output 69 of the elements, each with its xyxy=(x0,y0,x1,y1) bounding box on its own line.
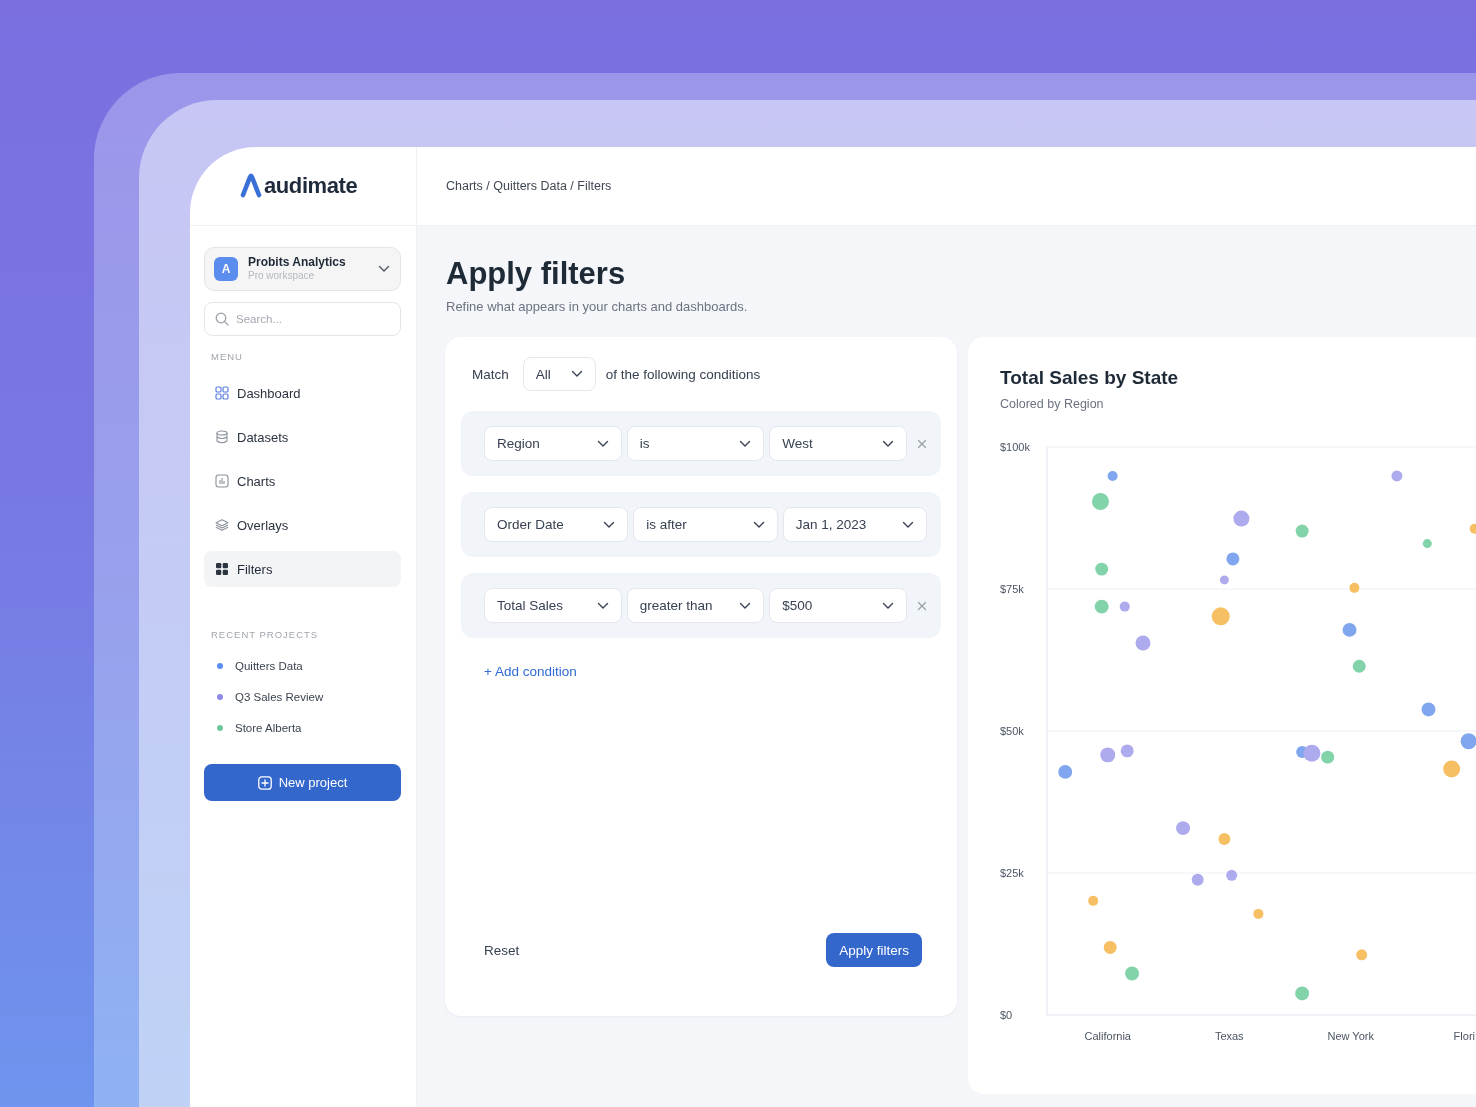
nav-item[interactable]: Charts xyxy=(204,463,401,499)
chevron-down-icon xyxy=(882,439,894,448)
nav-item[interactable]: Filters xyxy=(204,551,401,587)
operator-dropdown[interactable]: greater than xyxy=(626,588,765,623)
operator-dropdown[interactable]: is after xyxy=(633,507,778,542)
grid-icon xyxy=(215,386,229,400)
page-title: Apply filters xyxy=(446,256,626,292)
y-axis-label: $100k xyxy=(1000,441,1030,453)
chevron-down-icon xyxy=(752,520,765,529)
chevron-down-icon xyxy=(570,370,583,378)
nav-item[interactable]: Datasets xyxy=(204,419,401,455)
remove-condition-button[interactable] xyxy=(917,600,927,611)
chevron-down-icon xyxy=(603,520,616,529)
search-field[interactable]: Search... xyxy=(204,302,401,336)
operator-dropdown[interactable]: is xyxy=(626,426,765,461)
section-label: RECENT PROJECTS xyxy=(210,629,319,641)
reset-button[interactable]: Reset xyxy=(484,942,520,958)
close-icon xyxy=(917,600,927,611)
workspace-plan: Pro workspace xyxy=(248,270,316,282)
chevron-down-icon xyxy=(739,601,752,610)
search-icon xyxy=(215,312,229,326)
y-axis-label: $75k xyxy=(1000,583,1024,595)
match-label: Match xyxy=(472,366,509,382)
plus-square-icon xyxy=(257,775,272,790)
x-axis-label: California xyxy=(1084,1030,1131,1042)
x-axis-label: New York xyxy=(1327,1030,1374,1042)
value-dropdown[interactable]: $500 xyxy=(769,588,907,623)
section-label: MENU xyxy=(210,351,243,363)
value-dropdown[interactable]: West xyxy=(769,426,907,461)
workspace-avatar: A xyxy=(214,257,238,281)
field-dropdown[interactable]: Total Sales xyxy=(484,588,622,623)
chevron-down-icon xyxy=(378,265,390,273)
workspace-switcher[interactable]: A Probits Analytics Pro workspace xyxy=(204,247,401,291)
project-link[interactable]: Quitters Data xyxy=(204,650,303,681)
logo-text: audimate xyxy=(264,173,358,199)
add-condition-link[interactable]: + Add condition xyxy=(484,663,577,681)
nav-item[interactable]: Dashboard xyxy=(204,375,401,411)
x-axis-label: Flori xyxy=(1453,1030,1475,1042)
project-link[interactable]: Store Alberta xyxy=(204,712,302,743)
project-link[interactable]: Q3 Sales Review xyxy=(204,681,324,712)
logo-icon xyxy=(240,172,262,198)
chevron-down-icon xyxy=(882,601,894,610)
chart-title: Total Sales by State xyxy=(1000,366,1179,390)
close-icon xyxy=(917,438,927,449)
grid-icon xyxy=(215,562,229,576)
match-dropdown[interactable]: All xyxy=(522,357,596,391)
y-axis-label: $0 xyxy=(1000,1009,1013,1021)
chart-subtitle: Colored by Region xyxy=(1000,396,1104,412)
chevron-down-icon xyxy=(596,601,609,610)
y-axis-label: $50k xyxy=(1000,725,1024,737)
chevron-down-icon xyxy=(739,439,752,448)
match-suffix: of the following conditions xyxy=(605,366,761,382)
chevron-down-icon xyxy=(596,439,609,448)
page-subtitle: Refine what appears in your charts and dashboards. xyxy=(446,299,748,315)
nav-item[interactable]: Overlays xyxy=(204,507,401,543)
bar-chart-icon xyxy=(215,474,229,488)
field-dropdown[interactable]: Region xyxy=(484,426,622,461)
new-project-button[interactable]: New project xyxy=(204,764,401,801)
remove-condition-button[interactable] xyxy=(917,438,927,449)
field-dropdown[interactable]: Order Date xyxy=(484,507,629,542)
breadcrumb: Charts / Quitters Data / Filters xyxy=(446,179,612,193)
value-dropdown[interactable]: Jan 1, 2023 xyxy=(782,507,927,542)
database-icon xyxy=(215,430,229,444)
chevron-down-icon xyxy=(902,520,914,529)
apply-filters-button[interactable]: Apply filters xyxy=(826,933,922,967)
workspace-name: Probits Analytics xyxy=(248,256,347,271)
y-axis-label: $25k xyxy=(1000,867,1024,879)
x-axis-label: Texas xyxy=(1214,1030,1244,1042)
layers-icon xyxy=(215,519,229,531)
